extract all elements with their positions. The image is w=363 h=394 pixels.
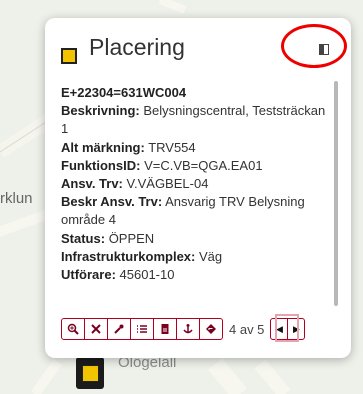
feature-marker[interactable]	[76, 357, 104, 389]
field-row: Infrastrukturkomplex: Väg	[61, 248, 331, 266]
navigation-icon[interactable]	[199, 318, 223, 340]
map-place-label: rklun	[0, 190, 33, 207]
field-label: Beskr Ansv. Trv:	[61, 194, 163, 210]
next-button-highlight	[275, 314, 299, 342]
zoom-in-icon[interactable]	[61, 318, 85, 340]
pager-label: 4 av 5	[229, 321, 265, 337]
field-value: ÖPPEN	[108, 230, 155, 246]
field-value: Väg	[199, 248, 223, 264]
field-value: V=C.VB=QGA.EA01	[144, 157, 263, 173]
field-row: FunktionsID: V=C.VB=QGA.EA01	[61, 157, 331, 175]
field-label: FunktionsID:	[61, 157, 141, 173]
feature-popup: Placering E+22304=631WC004 Beskrivning: …	[45, 18, 351, 358]
field-label: Utförare:	[61, 267, 116, 283]
field-row: Utförare: 45601-10	[61, 266, 331, 284]
document-icon[interactable]	[153, 318, 177, 340]
field-row: Status: ÖPPEN	[61, 230, 331, 248]
field-label: Ansv. Trv:	[61, 176, 123, 192]
popup-content: E+22304=631WC004 Beskrivning: Belysnings…	[61, 84, 331, 284]
field-row: Beskrivning: Belysningscentral, Teststrä…	[61, 102, 331, 138]
field-value: 45601-10	[119, 267, 175, 283]
popup-title: Placering	[89, 34, 185, 60]
feature-id: E+22304=631WC004	[61, 85, 187, 100]
field-label: Alt märkning:	[61, 139, 145, 155]
field-value: V.VÄGBEL-04	[126, 176, 209, 192]
field-row: Ansv. Trv: V.VÄGBEL-04	[61, 175, 331, 193]
field-value: TRV554	[148, 139, 196, 155]
field-label: Infrastrukturkomplex:	[61, 248, 196, 264]
field-row: Beskr Ansv. Trv: Ansvarig TRV Belysning …	[61, 193, 331, 229]
feature-type-icon	[61, 48, 77, 64]
field-label: Beskrivning:	[61, 103, 140, 119]
field-row: Alt märkning: TRV554	[61, 139, 331, 157]
highlight-circle	[281, 24, 347, 68]
wrench-icon[interactable]	[107, 318, 131, 340]
anchor-icon[interactable]	[176, 318, 200, 340]
list-icon[interactable]	[130, 318, 154, 340]
field-label: Status:	[61, 230, 106, 246]
content-scrollbar[interactable]	[334, 81, 338, 306]
feature-marker-icon	[82, 365, 99, 382]
tools-icon[interactable]	[84, 318, 108, 340]
popup-toolbar: 4 av 5 ◀ ▶	[61, 317, 306, 341]
